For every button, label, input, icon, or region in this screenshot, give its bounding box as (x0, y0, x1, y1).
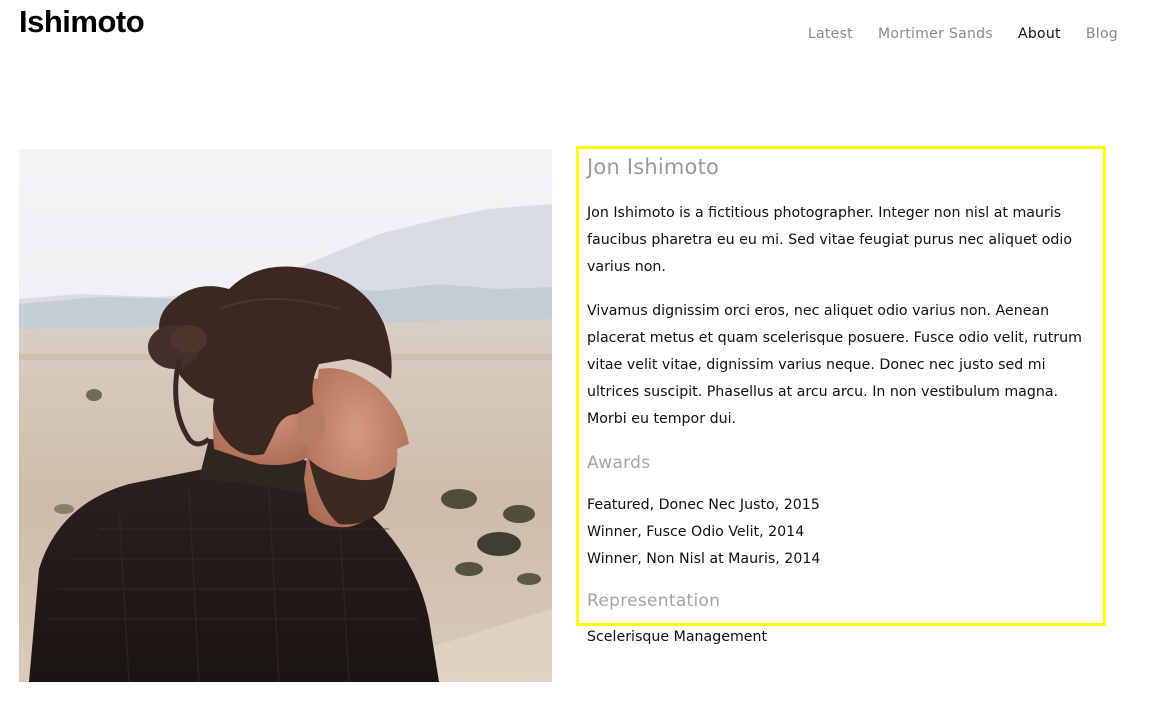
nav-item-mortimer-sands[interactable]: Mortimer Sands (878, 26, 993, 42)
bio-name: Jon Ishimoto (587, 155, 720, 179)
main-nav: Latest Mortimer Sands About Blog (808, 26, 1118, 42)
award-item: Featured, Donec Nec Justo, 2015 (587, 497, 820, 513)
portrait-photo (19, 149, 552, 682)
representation-heading: Representation (587, 591, 721, 611)
site-title[interactable]: Ishimoto (19, 4, 145, 40)
nav-item-blog[interactable]: Blog (1086, 26, 1118, 42)
awards-heading: Awards (587, 453, 651, 473)
bio-paragraph-2: Vivamus dignissim orci eros, nec aliquet… (587, 303, 1082, 427)
nav-item-about[interactable]: About (1018, 26, 1061, 42)
nav-item-latest[interactable]: Latest (808, 26, 853, 42)
representation-value: Scelerisque Management (587, 629, 768, 645)
awards-list: Featured, Donec Nec Justo, 2015 Winner, … (587, 492, 1095, 573)
bio-section: Jon Ishimoto Jon Ishimoto is a fictitiou… (576, 146, 1106, 645)
award-item: Winner, Non Nisl at Mauris, 2014 (587, 551, 821, 567)
bio-paragraph-1: Jon Ishimoto is a fictitious photographe… (587, 205, 1073, 275)
award-item: Winner, Fusce Odio Velit, 2014 (587, 524, 805, 540)
